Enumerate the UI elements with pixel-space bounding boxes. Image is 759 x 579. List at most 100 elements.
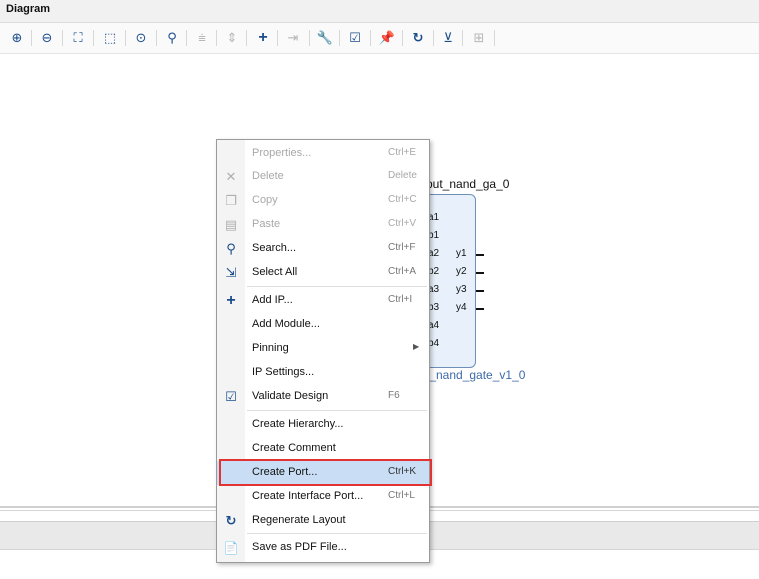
add-ip-icon[interactable]: + (253, 28, 273, 48)
menu-item-regenerate-layout[interactable]: ↻ Regenerate Layout (217, 509, 429, 533)
menu-item-label: Properties... (252, 147, 312, 159)
menu-item-ip-settings[interactable]: IP Settings... (217, 361, 429, 385)
regenerate-icon: ↻ (225, 513, 237, 528)
highlight-annotation-box (219, 459, 432, 486)
toolbar-separator (62, 30, 63, 46)
menu-item-copy[interactable]: ❐ Copy Ctrl+C (217, 189, 429, 213)
toolbar-separator (494, 30, 495, 46)
menu-item-add-module[interactable]: Add Module... (217, 313, 429, 337)
wrench-icon[interactable]: 🔧 (315, 28, 335, 48)
menu-item-paste[interactable]: ▤ Paste Ctrl+V (217, 213, 429, 237)
menu-separator (247, 533, 427, 534)
regenerate-icon[interactable]: ↻ (408, 28, 428, 48)
zoom-out-icon[interactable]: ⊖ (37, 28, 57, 48)
menu-item-label: Create Interface Port... (252, 490, 364, 502)
panel-title: Diagram (6, 3, 51, 15)
output-pin[interactable] (476, 254, 484, 256)
toolbar-separator (309, 30, 310, 46)
menu-item-delete[interactable]: ✕ Delete Delete (217, 165, 429, 189)
menu-item-shortcut: Ctrl+V (388, 218, 417, 229)
menu-item-select-all[interactable]: ⇲ Select All Ctrl+A (217, 261, 429, 285)
menu-item-label: Create Comment (252, 442, 336, 454)
menu-item-label: Copy (252, 194, 278, 206)
validate-icon: ☑ (225, 389, 237, 404)
menu-item-create-comment[interactable]: Create Comment (217, 437, 429, 461)
toolbar-separator (277, 30, 278, 46)
layout-icon[interactable]: ⊻ (438, 28, 458, 48)
add-port-icon[interactable]: ⇥ (283, 28, 303, 48)
auto-fit-icon[interactable]: ⊙ (131, 28, 151, 48)
menu-item-add-ip[interactable]: + Add IP... Ctrl+I (217, 289, 429, 313)
menu-item-create-hierarchy[interactable]: Create Hierarchy... (217, 413, 429, 437)
menu-item-label: IP Settings... (252, 366, 315, 378)
menu-item-label: Paste (252, 218, 281, 230)
zoom-selection-icon[interactable]: ⬚ (100, 28, 120, 48)
submenu-arrow-icon: ▶ (413, 342, 420, 351)
fit-view-icon[interactable]: ⛶ (68, 28, 88, 48)
menu-item-shortcut: Ctrl+F (388, 242, 416, 253)
collapse-all-icon[interactable]: ⊞ (469, 28, 489, 48)
output-pin[interactable] (476, 290, 484, 292)
toolbar-separator (246, 30, 247, 46)
menu-item-search[interactable]: ⚲ Search... Ctrl+F (217, 237, 429, 261)
menu-item-shortcut: Ctrl+I (388, 294, 413, 305)
pdf-icon: 📄 (223, 541, 239, 555)
menu-item-shortcut: Ctrl+A (388, 266, 417, 277)
block-instance-name: put_nand_ga_0 (426, 177, 510, 191)
validate-icon[interactable]: ☑ (345, 28, 365, 48)
diagram-toolbar: ⊕ ⊖ ⛶ ⬚ ⊙ ⚲ ⩧ ⇕ + ⇥ 🔧 ☑ 📌 ↻ ⊻ ⊞ (0, 23, 759, 54)
menu-item-shortcut: Ctrl+C (388, 194, 417, 205)
output-pin-label: y3 (456, 284, 467, 295)
output-pin[interactable] (476, 272, 484, 274)
menu-item-shortcut: Ctrl+L (388, 490, 415, 501)
menu-item-label: Add Module... (252, 318, 320, 330)
menu-item-label: Validate Design (252, 390, 329, 402)
menu-item-label: Pinning (252, 342, 289, 354)
output-pin-label: y2 (456, 266, 467, 277)
diagram-panel-header: Diagram (0, 0, 759, 23)
toolbar-separator (125, 30, 126, 46)
menu-separator (247, 410, 427, 411)
toolbar-separator (93, 30, 94, 46)
menu-item-shortcut: Ctrl+E (388, 147, 417, 158)
toolbar-separator (156, 30, 157, 46)
menu-item-pinning[interactable]: Pinning ▶ (217, 337, 429, 361)
toolbar-separator (186, 30, 187, 46)
toolbar-separator (462, 30, 463, 46)
menu-item-label: Save as PDF File... (252, 541, 347, 553)
menu-separator (247, 286, 427, 287)
menu-item-create-interface-port[interactable]: Create Interface Port... Ctrl+L (217, 485, 429, 509)
add-ip-icon: + (226, 292, 236, 309)
toolbar-separator (402, 30, 403, 46)
pin-icon[interactable]: 📌 (377, 28, 397, 48)
menu-item-save-pdf[interactable]: 📄 Save as PDF File... (217, 536, 429, 560)
context-menu: Properties... Ctrl+E ✕ Delete Delete ❐ C… (216, 139, 430, 563)
output-pin-label: y1 (456, 248, 467, 259)
toolbar-separator (216, 30, 217, 46)
menu-item-validate-design[interactable]: ☑ Validate Design F6 (217, 385, 429, 409)
zoom-in-icon[interactable]: ⊕ (7, 28, 27, 48)
menu-item-properties[interactable]: Properties... Ctrl+E (217, 142, 429, 166)
delete-icon: ✕ (225, 169, 237, 184)
menu-item-label: Delete (252, 170, 284, 182)
search-icon[interactable]: ⚲ (162, 28, 182, 48)
menu-item-label: Add IP... (252, 294, 293, 306)
copy-icon: ❐ (225, 193, 237, 208)
toolbar-separator (433, 30, 434, 46)
search-icon: ⚲ (226, 241, 236, 256)
output-pin-label: y4 (456, 302, 467, 313)
menu-item-label: Search... (252, 242, 297, 254)
output-pin[interactable] (476, 308, 484, 310)
toolbar-separator (31, 30, 32, 46)
toolbar-separator (339, 30, 340, 46)
expand-icon[interactable]: ⇕ (222, 28, 242, 48)
menu-item-label: Select All (252, 266, 298, 278)
menu-item-label: Regenerate Layout (252, 514, 346, 526)
menu-item-shortcut: F6 (388, 390, 400, 401)
collapse-icon[interactable]: ⩧ (192, 28, 212, 48)
select-all-icon: ⇲ (225, 265, 237, 280)
block-ip-name: t_nand_gate_v1_0 (426, 368, 526, 382)
toolbar-separator (370, 30, 371, 46)
menu-item-shortcut: Delete (388, 170, 417, 181)
paste-icon: ▤ (224, 217, 238, 232)
